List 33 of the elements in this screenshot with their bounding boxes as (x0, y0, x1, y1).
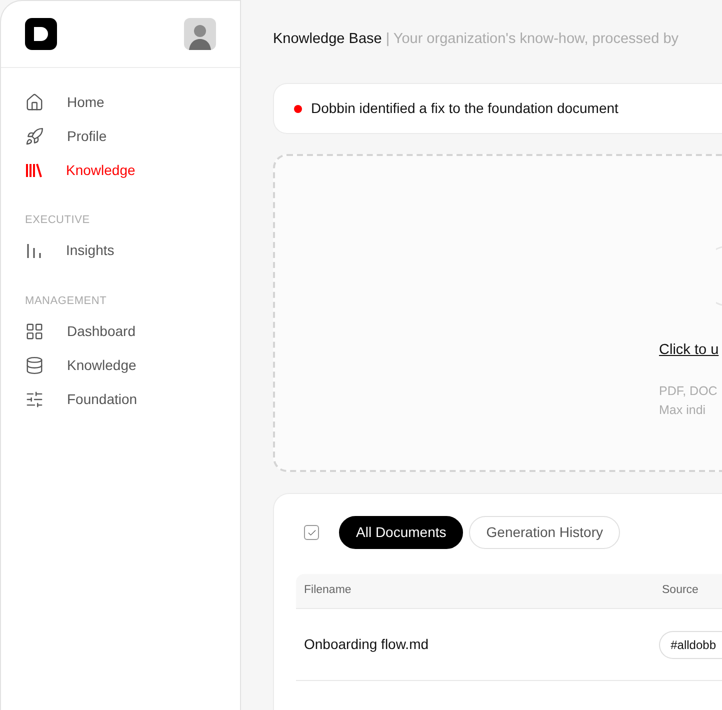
nav-item[interactable]: Foundation (67, 388, 138, 410)
column-header: Filename (303, 583, 352, 598)
nav-item[interactable]: Insights (66, 240, 114, 261)
nav-item[interactable]: Knowledge (67, 354, 136, 376)
tab[interactable]: Generation History (469, 516, 620, 549)
books-icon (25, 161, 43, 179)
home-icon (25, 92, 44, 112)
select-all-checkbox[interactable] (304, 525, 319, 540)
section-heading: MANAGEMENT (25, 294, 108, 308)
nav-item[interactable]: Profile (67, 126, 107, 146)
sliders-icon (25, 390, 44, 408)
section-heading: EXECUTIVE (25, 213, 91, 228)
upload-hint: PDF, DOC (659, 382, 718, 400)
rocket-icon (25, 126, 44, 146)
upload-hint: Max indi (659, 402, 706, 419)
page-title: Knowledge Base (273, 30, 382, 50)
logo-icon (25, 18, 57, 50)
grid-icon (25, 322, 44, 340)
upload-link[interactable]: Click to u (659, 340, 719, 362)
notification-text: Dobbin identified a fix to the foundation document (311, 99, 618, 118)
nav-item[interactable]: Dashboard (67, 320, 136, 342)
upload-zone[interactable]: Click to u PDF, DOC Max indi (273, 154, 722, 472)
database-icon (25, 356, 44, 374)
avatar (184, 18, 216, 50)
page-subtitle: | Your organization's know-how, processed by (386, 30, 679, 50)
nav-item[interactable]: Home (67, 92, 104, 112)
check-icon (306, 528, 316, 538)
bar-chart-icon (25, 242, 43, 260)
nav-item[interactable]: Knowledge (66, 160, 136, 180)
tab[interactable]: All Documents (339, 516, 464, 549)
column-header: Source (662, 583, 698, 598)
table-cell-text: Onboarding flow.md (303, 635, 430, 654)
source-tag: #alldobb (658, 630, 722, 658)
